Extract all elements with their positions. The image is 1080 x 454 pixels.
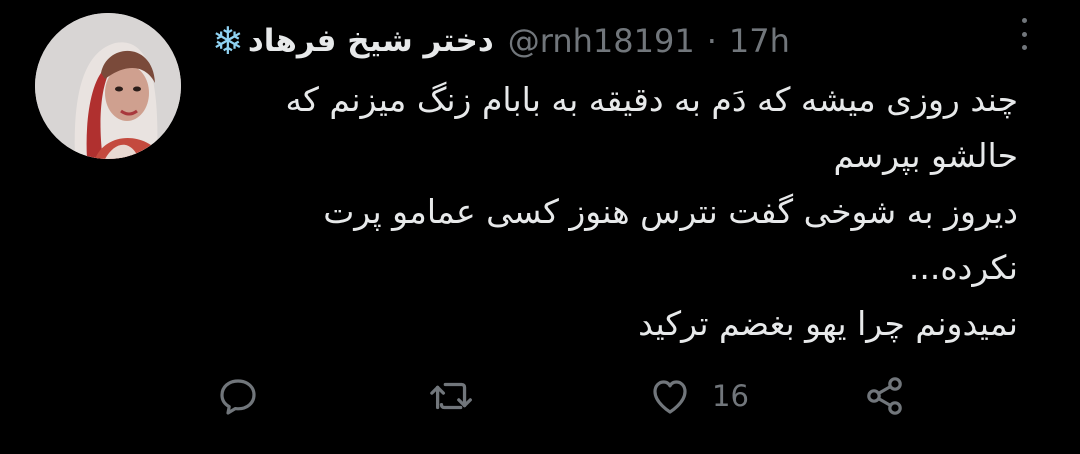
tweet-text-line: دیروز به شوخی گفت نترس هنوز کسی عمامو پر… bbox=[323, 192, 1018, 231]
retweet-icon bbox=[430, 382, 472, 410]
avatar[interactable] bbox=[35, 13, 181, 159]
retweet-button[interactable] bbox=[428, 370, 478, 422]
like-count: 16 bbox=[712, 379, 749, 413]
snowflake-icon: ❄ bbox=[212, 19, 244, 63]
tweet-text-line: نکرده... bbox=[908, 248, 1018, 287]
more-dot bbox=[1021, 45, 1027, 50]
more-dot bbox=[1021, 18, 1027, 23]
tweet[interactable]: ❄ دختر شیخ فرهاد @rnh18191 · 17h چند روز… bbox=[0, 0, 1080, 454]
heart-icon bbox=[653, 380, 687, 414]
share-icon bbox=[867, 377, 902, 415]
tweet-text-line: چند روزی میشه که دَم به دقیقه به بابام ز… bbox=[285, 80, 1018, 119]
share-button[interactable] bbox=[860, 370, 910, 422]
action-bar: 16 bbox=[0, 370, 1080, 422]
like-button[interactable]: 16 bbox=[646, 370, 749, 422]
tweet-text: چند روزی میشه که دَم به دقیقه به بابام ز… bbox=[218, 72, 1018, 352]
more-options-icon[interactable] bbox=[1012, 14, 1036, 54]
avatar-image bbox=[35, 13, 181, 159]
display-name[interactable]: دختر شیخ فرهاد bbox=[248, 23, 494, 59]
tweet-text-line: نمیدونم چرا یهو بغضم ترکید bbox=[638, 304, 1018, 343]
tweet-text-line: حالشو بپرسم bbox=[833, 136, 1018, 175]
more-dot bbox=[1021, 31, 1027, 37]
separator-dot: · bbox=[706, 22, 717, 60]
user-handle[interactable]: @rnh18191 bbox=[508, 22, 695, 60]
timestamp[interactable]: 17h bbox=[729, 22, 790, 60]
reply-button[interactable] bbox=[214, 370, 262, 422]
reply-icon bbox=[220, 379, 256, 415]
tweet-header: ❄ دختر شیخ فرهاد @rnh18191 · 17h bbox=[212, 18, 790, 64]
